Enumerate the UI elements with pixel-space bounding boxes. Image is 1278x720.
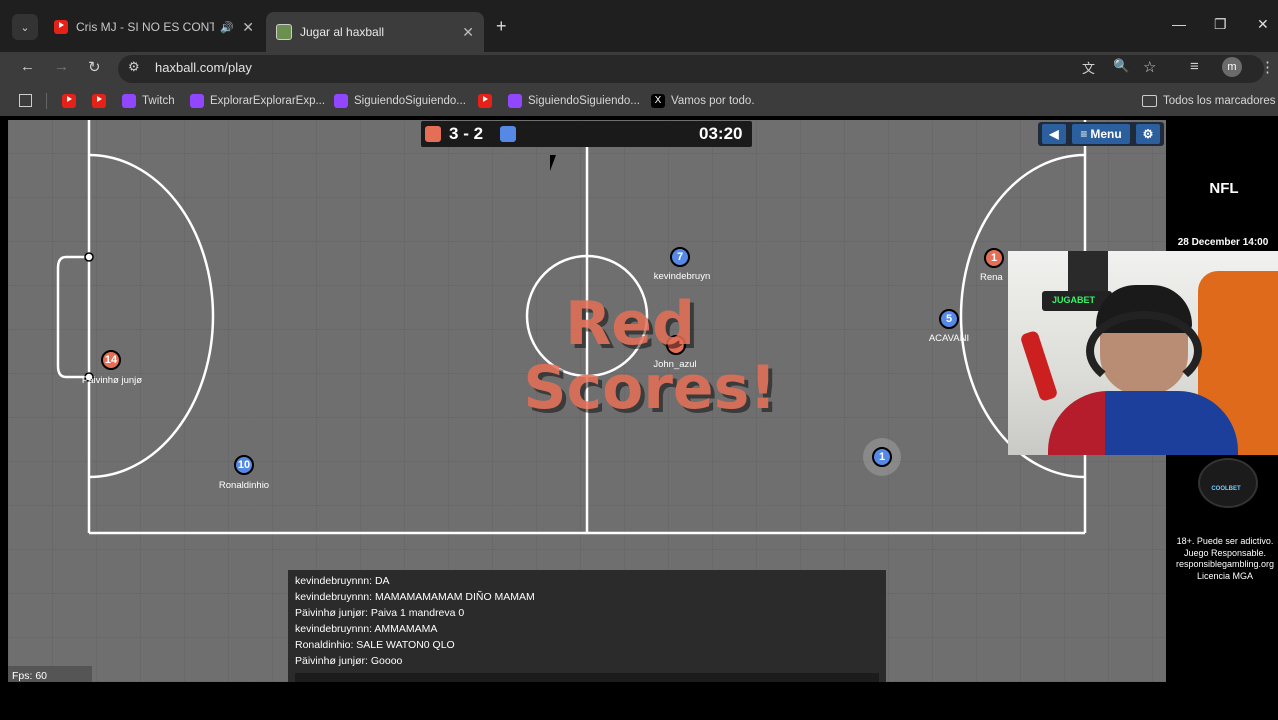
webcam-person-shirt: [1048, 391, 1238, 455]
goal-banner: Red Scores!: [480, 292, 780, 420]
player-name: kevindebruyn: [653, 271, 711, 282]
bottom-black-bar: [0, 682, 1278, 720]
player-name: ACAVANI: [928, 333, 970, 344]
fps-counter: Fps: 60: [12, 670, 48, 682]
game-timer: 03:20: [699, 124, 743, 143]
player-number: 14: [104, 354, 118, 366]
chat-message: Päivinhø junjør: Paiva 1 mandreva 0: [295, 607, 465, 619]
score: 3 - 2: [449, 124, 483, 144]
player-disc: 14: [101, 350, 121, 370]
player-number: 7: [676, 251, 684, 263]
chat-input[interactable]: [295, 673, 879, 682]
blue-score: 2: [473, 124, 484, 143]
score-separator: -: [463, 124, 469, 143]
player-number: 1: [878, 451, 886, 463]
chat-message: Päivinhø junjør: Goooo: [295, 655, 403, 667]
mouse-cursor-icon: [550, 155, 556, 171]
coolbet-logo: [1198, 458, 1258, 508]
webcam-overlay: JUGABET: [1008, 251, 1278, 455]
webcam-sign-text: JUGABET: [1052, 295, 1096, 305]
player-number: 1: [990, 252, 998, 264]
ad-date: 28 December 14:00: [1177, 237, 1269, 248]
red-team-icon: [425, 126, 441, 142]
chat-message: Ronaldinhio: SALE WATON0 QLO: [295, 639, 455, 651]
webcam-headphones: [1086, 311, 1202, 391]
menu-label: Menu: [1090, 127, 1122, 141]
player-number: 10: [237, 459, 251, 471]
menu-icon: ≡: [1080, 127, 1088, 141]
sound-button[interactable]: ◀: [1042, 124, 1066, 144]
ad-disclaimer: 18+. Puede ser adictivo. Juego Responsab…: [1175, 536, 1275, 581]
chat-message: kevindebruynnn: AMMAMAMA: [295, 623, 438, 635]
red-score: 3: [449, 124, 459, 143]
menu-button[interactable]: ≡ Menu: [1072, 124, 1130, 144]
player-disc: 1: [984, 248, 1004, 268]
player-disc: 7: [670, 247, 690, 267]
chat-message: kevindebruynnn: DA: [295, 575, 390, 587]
player-disc: 10: [234, 455, 254, 475]
banner-line-1: Red: [565, 289, 695, 359]
player-number: 5: [945, 313, 953, 325]
player-name: Rena: [980, 272, 1003, 283]
coolbet-logo-text: COOLBET: [1211, 486, 1241, 492]
player-disc: 1: [872, 447, 892, 467]
player-disc: 5: [939, 309, 959, 329]
chat-message: kevindebruynnn: MAMAMAMAMAM DIÑO MAMAM: [295, 591, 535, 603]
player-name: Ronaldinhio: [218, 480, 270, 491]
player-name: Päivinhø junjø: [81, 375, 143, 386]
blue-team-icon: [500, 126, 516, 142]
banner-line-2: Scores!: [523, 353, 777, 423]
settings-button[interactable]: ⚙: [1136, 124, 1160, 144]
ad-nfl-text: NFL: [1209, 180, 1239, 197]
